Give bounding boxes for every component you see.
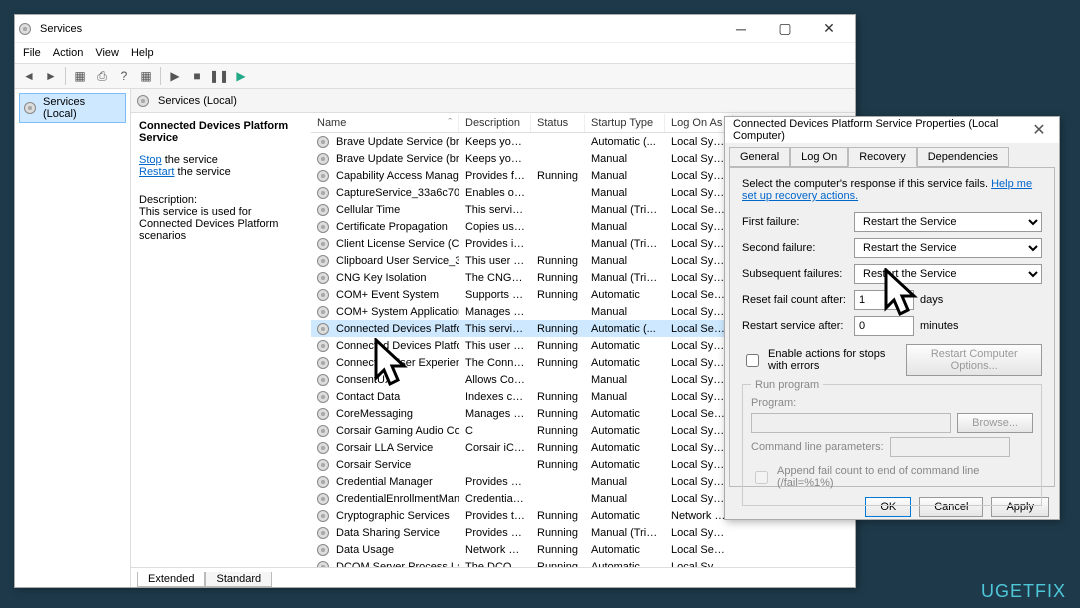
col-header-status[interactable]: Status bbox=[531, 114, 585, 132]
window-title: Services bbox=[40, 23, 82, 35]
properties-dialog: Connected Devices Platform Service Prope… bbox=[724, 116, 1060, 520]
cmdline-label: Command line parameters: bbox=[751, 441, 884, 453]
run-program-legend: Run program bbox=[751, 379, 823, 391]
days-unit: days bbox=[920, 294, 954, 306]
pause-button[interactable]: ❚❚ bbox=[209, 66, 229, 86]
col-header-description[interactable]: Description bbox=[459, 114, 531, 132]
tab-dependencies[interactable]: Dependencies bbox=[917, 147, 1009, 167]
menu-view[interactable]: View bbox=[95, 47, 119, 59]
run-program-group: Run program Program: Browse... Command l… bbox=[742, 384, 1042, 506]
detail-header: Services (Local) bbox=[131, 89, 855, 113]
minimize-button[interactable]: ─ bbox=[719, 15, 763, 43]
description-text: This service is used for Connected Devic… bbox=[139, 206, 303, 242]
export-button[interactable]: ⎙ bbox=[92, 66, 112, 86]
cmdline-input bbox=[890, 437, 1010, 457]
gear-icon bbox=[137, 95, 149, 107]
col-header-name[interactable]: Nameˆ bbox=[311, 114, 459, 132]
append-fail-label: Append fail count to end of command line… bbox=[777, 465, 1033, 489]
help-button[interactable]: ? bbox=[114, 66, 134, 86]
program-label: Program: bbox=[751, 397, 1033, 409]
gear-icon bbox=[24, 102, 36, 114]
forward-button[interactable]: ► bbox=[41, 66, 61, 86]
watermark: UGETFIX bbox=[981, 581, 1066, 602]
service-row[interactable]: Data Sharing ServiceProvides da...Runnin… bbox=[311, 524, 855, 541]
tree-services-local[interactable]: Services (Local) bbox=[19, 93, 126, 123]
menu-action[interactable]: Action bbox=[53, 47, 84, 59]
close-icon[interactable]: ✕ bbox=[1027, 120, 1051, 140]
view-tabs: Extended Standard bbox=[131, 567, 855, 587]
titlebar: Services ─ ▢ ✕ bbox=[15, 15, 855, 43]
description-label: Description: bbox=[139, 194, 303, 206]
back-button[interactable]: ◄ bbox=[19, 66, 39, 86]
reset-count-input[interactable] bbox=[854, 290, 914, 310]
first-failure-select[interactable]: Restart the Service bbox=[854, 212, 1042, 232]
tab-standard[interactable]: Standard bbox=[205, 572, 272, 587]
selected-service-name: Connected Devices Platform Service bbox=[139, 120, 303, 144]
service-row[interactable]: Data UsageNetwork da...RunningAutomaticL… bbox=[311, 541, 855, 558]
program-input bbox=[751, 413, 951, 433]
close-button[interactable]: ✕ bbox=[807, 15, 851, 43]
stop-button[interactable]: ■ bbox=[187, 66, 207, 86]
enable-actions-checkbox[interactable] bbox=[746, 354, 759, 367]
service-row[interactable]: DCOM Server Process Laun...The DCOML...R… bbox=[311, 558, 855, 567]
reset-count-label: Reset fail count after: bbox=[742, 294, 854, 306]
tab-logon[interactable]: Log On bbox=[790, 147, 848, 167]
tree-pane: Services (Local) bbox=[15, 89, 131, 587]
second-failure-select[interactable]: Restart the Service bbox=[854, 238, 1042, 258]
subsequent-failure-select[interactable]: Restart the Service bbox=[854, 264, 1042, 284]
menu-file[interactable]: File bbox=[23, 47, 41, 59]
browse-button: Browse... bbox=[957, 413, 1033, 433]
enable-actions-label: Enable actions for stops with errors bbox=[768, 348, 900, 372]
service-info-pane: Connected Devices Platform Service Stop … bbox=[131, 114, 311, 567]
start-button[interactable]: ▶ bbox=[165, 66, 185, 86]
restart-after-label: Restart service after: bbox=[742, 320, 854, 332]
append-fail-checkbox bbox=[755, 471, 768, 484]
restart-options-button[interactable]: Restart Computer Options... bbox=[906, 344, 1042, 376]
dialog-title: Connected Devices Platform Service Prope… bbox=[733, 118, 1027, 142]
dialog-tabs: General Log On Recovery Dependencies bbox=[725, 143, 1059, 167]
col-header-startup[interactable]: Startup Type bbox=[585, 114, 665, 132]
tab-recovery[interactable]: Recovery bbox=[848, 147, 916, 167]
stop-link[interactable]: Stop bbox=[139, 154, 162, 166]
properties-button[interactable]: ▦ bbox=[70, 66, 90, 86]
toolbar: ◄ ► ▦ ⎙ ? ▦ ▶ ■ ❚❚ ▶ bbox=[15, 63, 855, 89]
first-failure-label: First failure: bbox=[742, 216, 854, 228]
dialog-titlebar: Connected Devices Platform Service Prope… bbox=[725, 117, 1059, 143]
maximize-button[interactable]: ▢ bbox=[763, 15, 807, 43]
intro-text: Select the computer's response if this s… bbox=[742, 178, 1042, 202]
second-failure-label: Second failure: bbox=[742, 242, 854, 254]
restart-button[interactable]: ▶ bbox=[231, 66, 251, 86]
tab-general[interactable]: General bbox=[729, 147, 790, 167]
tab-extended[interactable]: Extended bbox=[137, 572, 205, 587]
app-icon bbox=[19, 23, 31, 35]
col-header-logon[interactable]: Log On As bbox=[665, 114, 733, 132]
restart-after-input[interactable] bbox=[854, 316, 914, 336]
menubar: File Action View Help bbox=[15, 43, 855, 63]
restart-link[interactable]: Restart bbox=[139, 166, 174, 178]
minutes-unit: minutes bbox=[920, 320, 954, 332]
refresh-button[interactable]: ▦ bbox=[136, 66, 156, 86]
subsequent-failure-label: Subsequent failures: bbox=[742, 268, 854, 280]
menu-help[interactable]: Help bbox=[131, 47, 154, 59]
